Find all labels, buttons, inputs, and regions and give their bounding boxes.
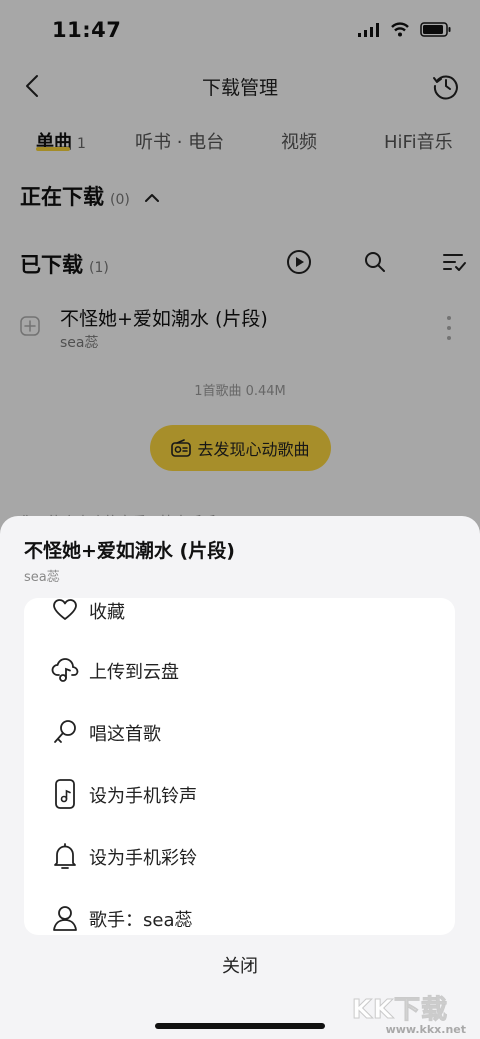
menu-item-favorite-label: 收藏	[89, 602, 125, 623]
close-button[interactable]: 关闭	[0, 952, 480, 978]
cloud-upload-icon	[50, 655, 80, 685]
menu-item-set-ringtone-label: 设为手机铃声	[89, 786, 197, 807]
phone-ringtone-icon	[50, 779, 80, 809]
menu-item-upload-cloud-label: 上传到云盘	[89, 662, 179, 683]
singer-icon	[50, 903, 80, 933]
bell-icon	[50, 841, 80, 871]
heart-icon	[50, 598, 80, 625]
watermark: KK下载 www.kkx.net	[346, 989, 466, 1039]
menu-item-singer[interactable]: 歌手：sea蕊	[24, 885, 455, 935]
watermark-logo: KK下载	[351, 995, 448, 1026]
watermark-url: www.kkx.net	[385, 1023, 466, 1036]
menu-item-sing-song-label: 唱这首歌	[89, 724, 161, 745]
sheet-song-artist: sea蕊	[24, 570, 60, 585]
microphone-icon	[50, 717, 80, 747]
menu-item-favorite[interactable]: 收藏	[24, 598, 455, 639]
menu-item-set-ringback-label: 设为手机彩铃	[89, 848, 197, 869]
home-indicator	[155, 1023, 325, 1029]
sheet-song-title: 不怪她+爱如潮水 (片段)	[24, 540, 235, 562]
menu-item-singer-label: 歌手：sea蕊	[89, 910, 193, 931]
song-action-sheet: 不怪她+爱如潮水 (片段) sea蕊 收藏 上传到云盘 唱这首歌 设为手机铃声 …	[0, 516, 480, 1039]
menu-item-set-ringback[interactable]: 设为手机彩铃	[24, 823, 455, 885]
menu-item-sing-song[interactable]: 唱这首歌	[24, 699, 455, 761]
menu-item-set-ringtone[interactable]: 设为手机铃声	[24, 761, 455, 823]
action-menu: 收藏 上传到云盘 唱这首歌 设为手机铃声 设为手机彩铃 歌手：sea蕊	[24, 598, 455, 935]
menu-item-upload-cloud[interactable]: 上传到云盘	[24, 637, 455, 699]
